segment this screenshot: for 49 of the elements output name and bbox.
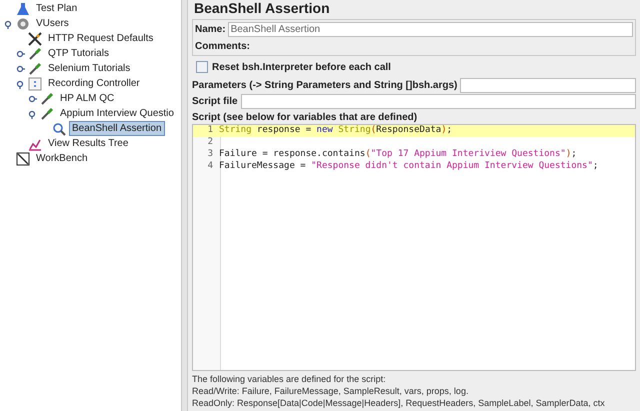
tree-item[interactable]: Test Plan (33, 1, 80, 16)
tree-item[interactable]: View Results Tree (45, 136, 132, 151)
tree-item[interactable]: Recording Controller (45, 76, 143, 91)
pipette-icon (40, 106, 54, 120)
collapsed-handle-icon[interactable] (27, 94, 37, 104)
code-line: String response = new String(ResponseData); (218, 124, 452, 138)
code-line: FailureMessage = "Response didn't contain Appium Interview Questions"; (218, 160, 598, 174)
tree-item[interactable]: VUsers (33, 16, 72, 31)
line-number: 1 (206, 124, 213, 137)
expanded-handle-icon[interactable] (27, 108, 37, 118)
collapsed-handle-icon[interactable] (15, 64, 25, 74)
pipette-icon (28, 62, 42, 76)
expanded-handle-icon[interactable] (3, 18, 13, 28)
flask-icon (16, 2, 30, 16)
reset-checkbox[interactable] (196, 61, 208, 73)
tree-item[interactable]: WorkBench (33, 151, 91, 166)
tree-item[interactable]: HTTP Request Defaults (45, 31, 156, 46)
controller-icon (28, 76, 42, 90)
pipette-icon (40, 92, 54, 106)
script-label: Script (see below for variables that are defined) (192, 111, 418, 124)
script-file-input[interactable] (240, 94, 636, 109)
reset-label: Reset bsh.Interpreter before each call (212, 60, 391, 74)
script-editor[interactable]: 1 String response = new String(ResponseData); 2 3 Failure = response.contains("Top 17 Appium Interiview Questions"); 4 FailureMessage = "Response didn't contain Appium Interview Questions"; (192, 124, 636, 371)
collapsed-handle-icon[interactable] (15, 48, 25, 58)
wrench-icon (28, 32, 42, 46)
help-text: ReadOnly: Response[Data|Code|Message|Headers], RequestHeaders, SampleLabel, SamplerData, ctx (192, 397, 606, 409)
script-file-label: Script file (192, 95, 238, 109)
line-number: 3 (206, 148, 213, 162)
tree-item[interactable]: BeanShell Assertion (69, 121, 165, 136)
name-label: Name: (195, 23, 226, 37)
magnifier-icon (52, 122, 66, 136)
pipette-icon (28, 46, 42, 60)
panel-title: BeanShell Assertion (193, 0, 331, 17)
parameters-label: Parameters (-> String Parameters and String []bsh.args) (192, 79, 458, 93)
help-text: The following variables are defined for the script: (192, 373, 387, 385)
help-text: Read/Write: Failure, FailureMessage, SampleResult, vars, props, log. (192, 385, 470, 397)
line-number: 4 (206, 160, 213, 174)
parameters-input[interactable] (460, 78, 636, 93)
line-number: 2 (206, 136, 213, 149)
tree-item[interactable]: QTP Tutorials (45, 46, 112, 61)
code-line: Failure = response.contains("Top 17 Appium Interiview Questions"); (218, 148, 577, 161)
tree-item[interactable]: Selenium Tutorials (45, 61, 134, 76)
workbench-icon (16, 152, 30, 166)
tree-item[interactable]: Appium Interview Questio (57, 106, 177, 121)
comments-label: Comments: (195, 40, 252, 53)
expanded-handle-icon[interactable] (15, 78, 25, 88)
gear-icon (16, 16, 30, 30)
name-input[interactable]: BeanShell Assertion (228, 22, 633, 37)
tree-item[interactable]: HP ALM QC (57, 91, 118, 106)
